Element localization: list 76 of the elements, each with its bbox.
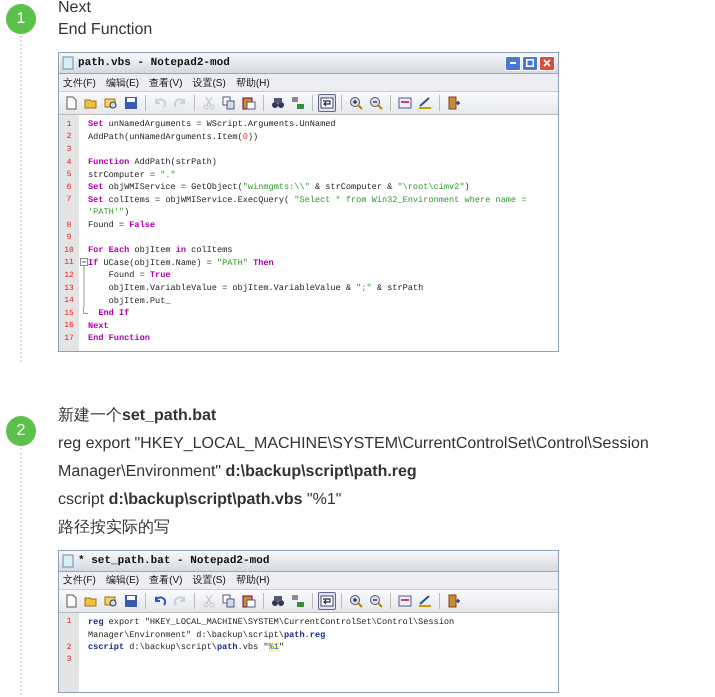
document-icon <box>62 56 74 70</box>
line-number: 4 <box>66 158 72 167</box>
wrap-icon[interactable] <box>318 592 336 610</box>
zoom-in-icon[interactable] <box>347 94 365 112</box>
step-text: 路径按实际的写 <box>58 518 171 538</box>
step-text: Next <box>58 0 92 16</box>
code-line: For Each objItem in colItems <box>88 245 232 256</box>
code-line: Set colItems = objWMIService.ExecQuery( "Select * from Win32_Environment where name = <box>88 194 526 205</box>
code-line: strComputer = "." <box>88 170 176 180</box>
minimize-icon <box>510 62 516 64</box>
menu-item[interactable]: 帮助(H) <box>236 573 270 588</box>
menu-item[interactable]: 编辑(E) <box>106 573 140 588</box>
step-text: cscript d:\backup\script\path.vbs "%1" <box>58 490 342 510</box>
line-number: 2 <box>66 132 72 142</box>
line-number: 9 <box>66 233 72 242</box>
line-number: 7 <box>66 195 72 204</box>
code-line: Manager\Environment" d:\backup\script\path.reg <box>88 630 326 640</box>
code-line: End If <box>97 308 130 318</box>
line-number: 14 <box>64 296 74 306</box>
code-line: Set objWMIService = GetObject("winmgmts:\\" & strComputer & "\root\cimv2") <box>88 182 470 192</box>
code-line: Found = False <box>88 220 156 230</box>
menu-item[interactable]: 设置(S) <box>192 76 226 90</box>
line-number: 16 <box>64 321 74 330</box>
menu-item[interactable]: 文件(F) <box>63 76 96 90</box>
step-text: End Function <box>58 20 154 40</box>
code-line: reg export "HKEY_LOCAL_MACHINE\SYSTEM\CurrentControlSet\Control\Session <box>88 616 454 627</box>
step-number: 2 <box>6 416 36 446</box>
code-line: AddPath(unNamedArguments.Item(0)) <box>88 132 258 142</box>
menu-item[interactable]: 查看(V) <box>149 573 182 588</box>
line-number: 12 <box>64 270 74 280</box>
line-number: 3 <box>66 655 72 664</box>
fold-toggle-icon[interactable] <box>80 256 88 270</box>
menu-item[interactable]: 文件(F) <box>63 573 96 588</box>
code-line: objItem.VariableValue = objItem.VariableValue & ";" & strPath <box>108 283 424 294</box>
maximize-icon <box>526 59 534 67</box>
replace-icon[interactable] <box>289 94 307 112</box>
code-line: Set unNamedArguments = WScript.Arguments.UnNamed <box>88 119 336 130</box>
menu-item[interactable]: 帮助(H) <box>236 76 270 90</box>
zoom-out-icon[interactable] <box>367 94 385 112</box>
code-editor-area[interactable] <box>59 115 558 351</box>
menu-item[interactable]: 设置(S) <box>192 573 226 588</box>
line-number: 6 <box>66 182 72 192</box>
code-line: Next <box>88 320 109 331</box>
line-number: 11 <box>64 258 74 268</box>
code-line: cscript d:\backup\script\path.vbs "%1" <box>88 642 284 652</box>
code-line: Found = True <box>108 270 171 280</box>
document-icon <box>62 554 74 568</box>
fold-end-icon <box>82 306 88 314</box>
window-title: * set_path.bat - Notepad2-mod <box>78 554 270 567</box>
line-number: 17 <box>64 334 74 343</box>
code-line: End Function <box>88 333 150 344</box>
menu-item[interactable]: 查看(V) <box>149 76 182 90</box>
line-number: 2 <box>66 642 72 652</box>
line-number: 3 <box>66 144 72 154</box>
code-line: objItem.Put_ <box>108 296 171 306</box>
line-number: 10 <box>64 246 74 255</box>
line-number: 1 <box>66 617 72 626</box>
menu-item[interactable]: 编辑(E) <box>106 76 140 90</box>
minimize-button[interactable] <box>505 56 521 70</box>
line-number: 13 <box>64 284 74 293</box>
code-line: 'PATH'") <box>88 207 130 218</box>
code-editor-area[interactable]: 1 reg export "HKEY_LOCAL_MACHINE\SYSTEM\CurrentControlSet\Control\Session Manager\Environment" d:\backup\script\path.reg 2 cscript d:\backup\script\path.vbs "%1" 3 <box>59 612 558 692</box>
maximize-button[interactable] <box>522 56 538 70</box>
wrap-icon[interactable] <box>318 94 336 112</box>
line-number: 8 <box>66 220 72 230</box>
code-line: Function AddPath(strPath) <box>88 157 217 168</box>
window-title: path.vbs - Notepad2-mod <box>78 57 230 69</box>
save-icon[interactable] <box>122 94 140 112</box>
line-number: 15 <box>64 308 74 318</box>
step-number: 1 <box>6 4 36 34</box>
line-number: 1 <box>66 120 72 129</box>
close-icon <box>543 59 551 67</box>
line-number: 5 <box>66 170 72 180</box>
close-button[interactable] <box>539 56 555 70</box>
step-text: 新建一个set_path.bat <box>58 406 218 426</box>
code-line: If UCase(objItem.Name) = "PATH" Then <box>88 258 274 268</box>
